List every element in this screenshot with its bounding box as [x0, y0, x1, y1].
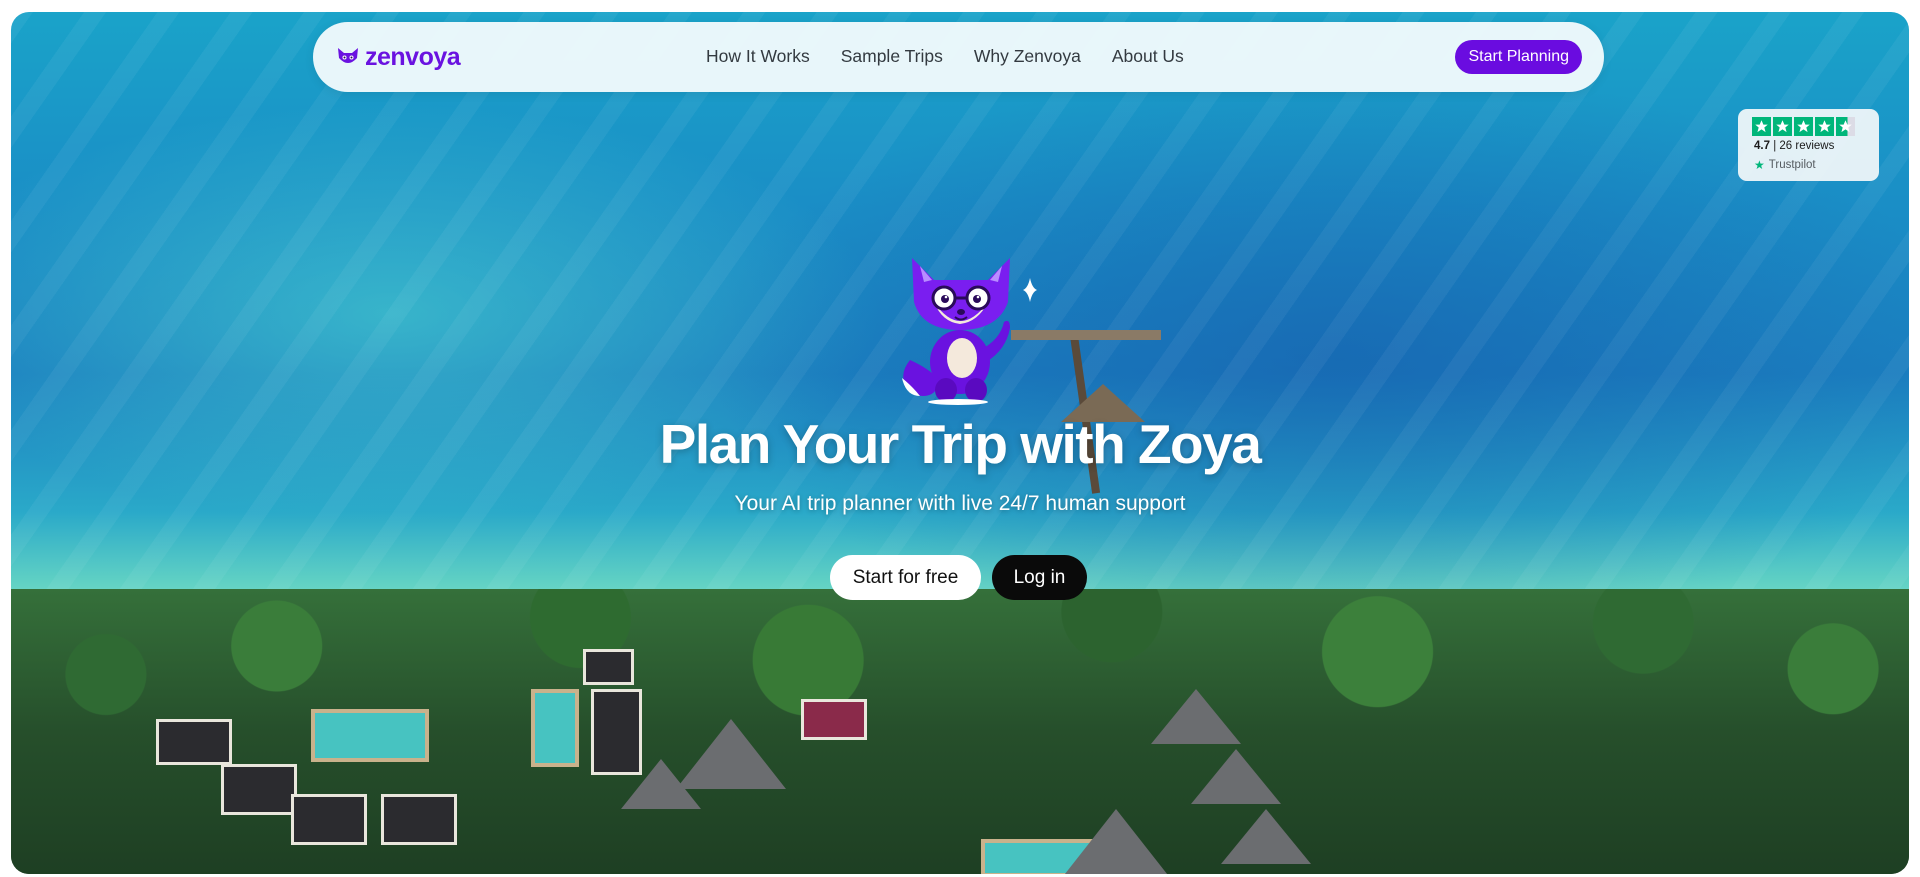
review-count: 26 reviews	[1779, 140, 1835, 152]
resort-pool	[531, 689, 579, 767]
fox-mascot-icon	[902, 258, 1037, 405]
resort-roof	[291, 794, 367, 845]
star-icon	[1815, 117, 1834, 136]
hero-subtitle: Your AI trip planner with live 24/7 huma…	[734, 492, 1186, 515]
thatched-roof	[1221, 809, 1311, 864]
resort-roof	[381, 794, 457, 845]
half-star-icon	[1836, 117, 1855, 136]
nav-how-it-works[interactable]: How It Works	[706, 46, 810, 67]
thatched-roof	[1191, 749, 1281, 804]
top-navbar: zenvoya How It Works Sample Trips Why Ze…	[313, 22, 1604, 92]
trustpilot-brand: ★ Trustpilot	[1754, 158, 1816, 172]
star-icon	[1752, 117, 1771, 136]
rating-value: 4.7	[1754, 140, 1770, 152]
start-planning-button[interactable]: Start Planning	[1455, 40, 1582, 74]
thatched-roof	[621, 759, 701, 809]
resort-roof	[156, 719, 232, 765]
nav-links: How It Works Sample Trips Why Zenvoya Ab…	[706, 46, 1184, 67]
nav-sample-trips[interactable]: Sample Trips	[841, 46, 943, 67]
trustpilot-label: Trustpilot	[1768, 159, 1816, 171]
resort-roof	[221, 764, 297, 815]
brand-logo[interactable]: zenvoya	[337, 42, 461, 72]
start-for-free-button[interactable]: Start for free	[830, 555, 981, 600]
trustpilot-star-icon: ★	[1754, 158, 1765, 172]
nav-about-us[interactable]: About Us	[1112, 46, 1184, 67]
star-icon	[1773, 117, 1792, 136]
star-icon	[1794, 117, 1813, 136]
resort-roof	[583, 649, 634, 685]
resort-pool	[311, 709, 429, 762]
rating-stars	[1752, 117, 1855, 136]
thatched-roof	[1151, 689, 1241, 744]
trust-score: 4.7 | 26 reviews	[1754, 140, 1835, 152]
trustpilot-widget[interactable]: 4.7 | 26 reviews ★ Trustpilot	[1738, 109, 1879, 181]
fox-logo-icon	[338, 48, 358, 63]
resort-roof	[801, 699, 867, 740]
log-in-button[interactable]: Log in	[992, 555, 1087, 600]
hero-title: Plan Your Trip with Zoya	[659, 413, 1262, 475]
brand-name: zenvoya	[365, 42, 461, 71]
thatched-roof	[1061, 809, 1171, 874]
nav-why-zenvoya[interactable]: Why Zenvoya	[974, 46, 1081, 67]
resort-shoreline	[11, 589, 1909, 874]
